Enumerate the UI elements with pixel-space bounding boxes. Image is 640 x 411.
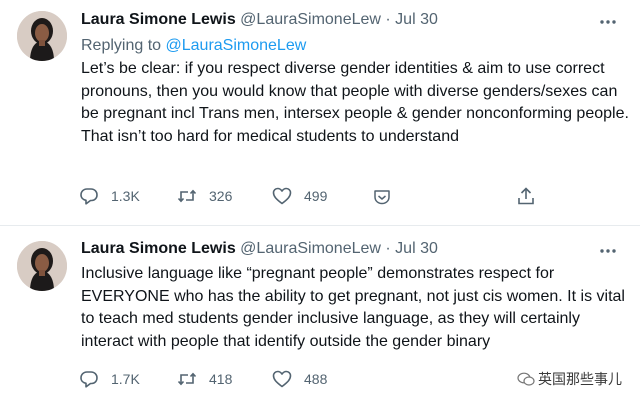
reaction-icon (374, 190, 390, 205)
tweet-text: Let’s be clear: if you respect diverse g… (81, 60, 629, 145)
heart-icon (272, 370, 292, 388)
tweet-date[interactable]: Jul 30 (395, 240, 438, 257)
tweet-header: Laura Simone Lewis @LauraSimoneLew · Jul… (81, 9, 438, 31)
reply-button[interactable]: 1.7K (79, 367, 140, 391)
replying-to-label: Replying to (81, 37, 166, 54)
tweet-text: Inclusive language like “pregnant people… (81, 265, 625, 350)
like-button[interactable]: 499 (272, 184, 327, 208)
tweet-1[interactable]: Laura Simone Lewis @LauraSimoneLew · Jul… (0, 0, 640, 226)
retweet-count: 418 (209, 371, 233, 387)
watermark-text: 英国那些事儿 (538, 371, 622, 387)
like-count: 488 (304, 371, 328, 387)
like-count: 499 (304, 188, 328, 204)
retweet-icon (177, 372, 197, 386)
retweet-count: 326 (209, 188, 233, 204)
share-icon (518, 187, 534, 205)
heart-icon (272, 187, 292, 205)
more-icon[interactable] (598, 241, 618, 261)
reply-count: 1.7K (111, 371, 140, 387)
reply-mention-link[interactable]: @LauraSimoneLew (166, 37, 307, 54)
reply-icon (80, 371, 98, 388)
reply-button[interactable]: 1.3K (79, 184, 140, 208)
retweet-button[interactable]: 418 (177, 367, 232, 391)
wechat-icon (517, 372, 535, 386)
more-icon[interactable] (598, 12, 618, 32)
reply-count: 1.3K (111, 188, 140, 204)
replying-to: Replying to @LauraSimoneLew (81, 35, 306, 57)
retweet-icon (177, 189, 197, 203)
retweet-button[interactable]: 326 (177, 184, 232, 208)
reaction-button[interactable] (372, 184, 392, 208)
tweet-header: Laura Simone Lewis @LauraSimoneLew · Jul… (81, 238, 438, 260)
user-handle[interactable]: @LauraSimoneLew (240, 240, 381, 257)
user-handle[interactable]: @LauraSimoneLew (240, 11, 381, 28)
avatar[interactable] (17, 241, 67, 291)
like-button[interactable]: 488 (272, 367, 327, 391)
watermark: 英国那些事儿 (517, 369, 622, 389)
display-name[interactable]: Laura Simone Lewis (81, 240, 236, 257)
tweet-date[interactable]: Jul 30 (395, 11, 438, 28)
display-name[interactable]: Laura Simone Lewis (81, 11, 236, 28)
reply-icon (80, 188, 98, 205)
avatar[interactable] (17, 11, 67, 61)
share-button[interactable] (516, 184, 536, 208)
separator-dot: · (385, 240, 391, 257)
separator-dot: · (385, 11, 391, 28)
